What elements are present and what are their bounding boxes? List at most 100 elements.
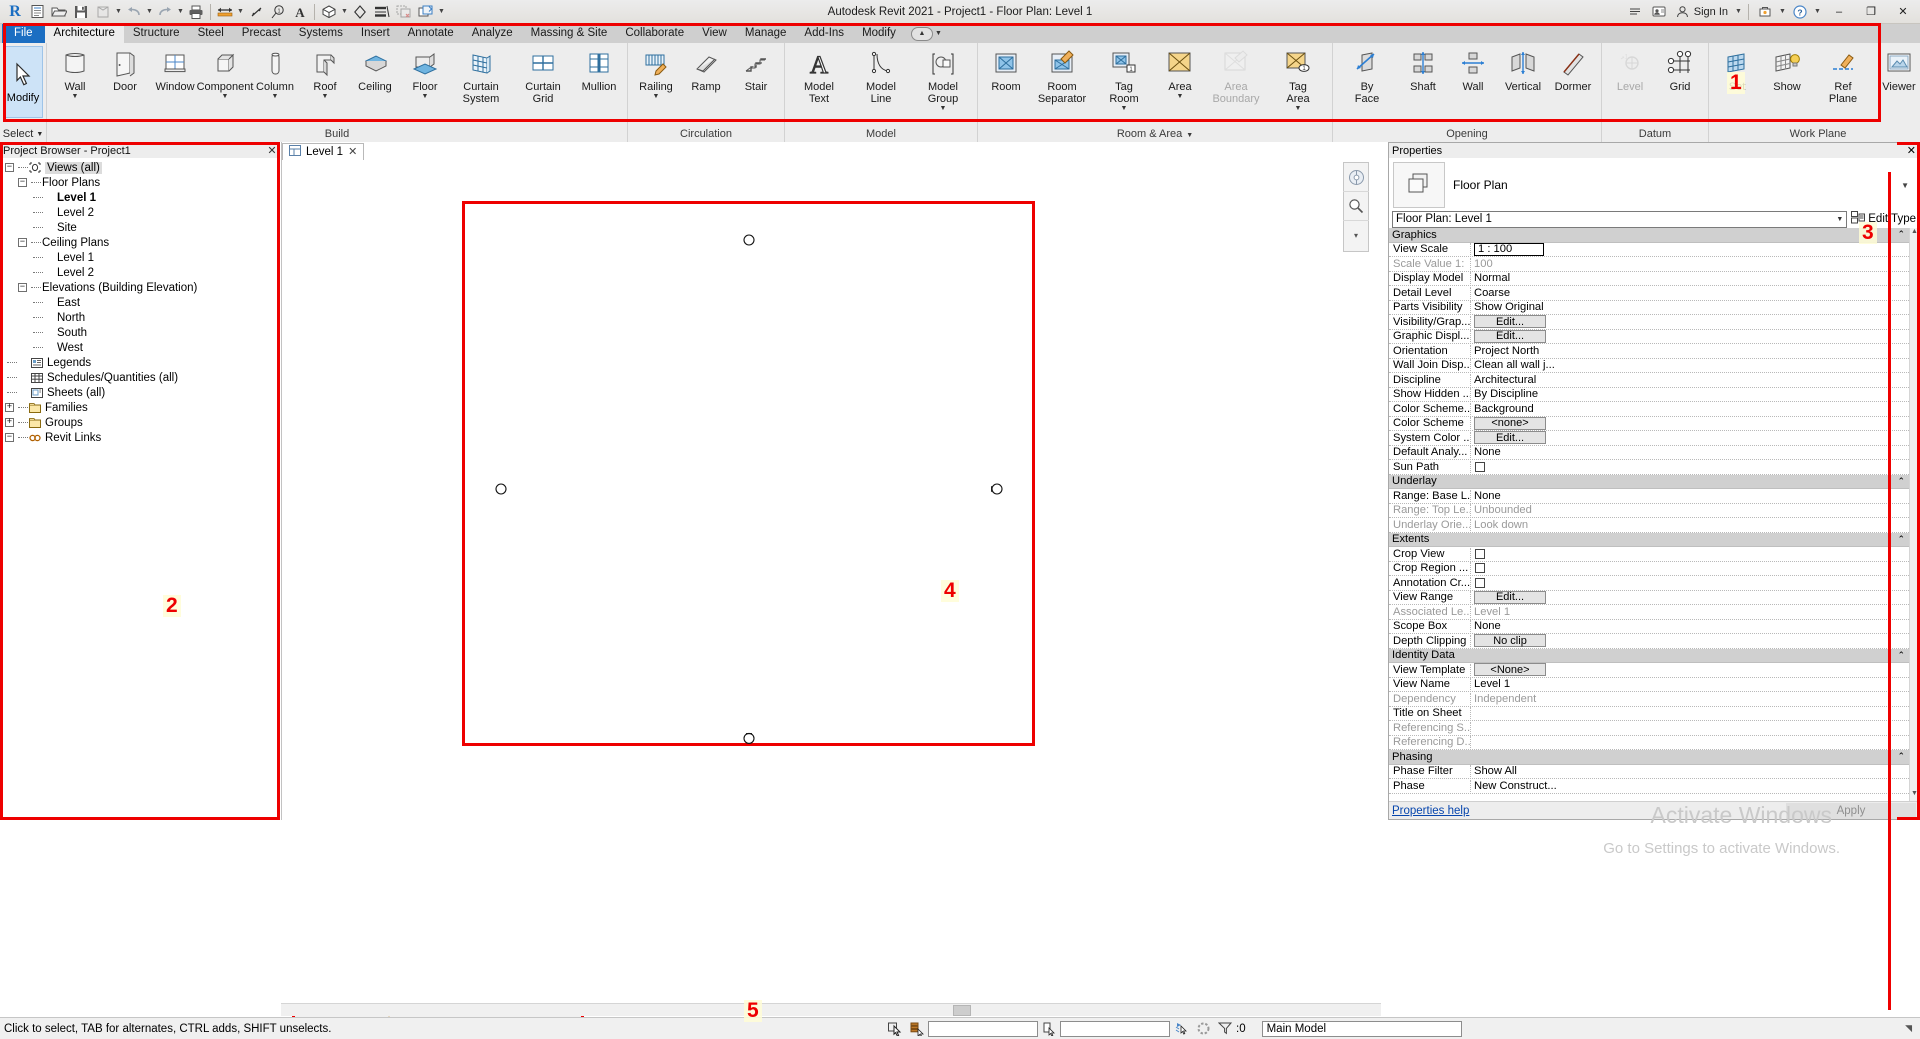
properties-row-color-scheme[interactable]: Color Scheme... Background <box>1389 402 1909 417</box>
properties-row-color-scheme[interactable]: Color Scheme <none> <box>1389 416 1909 431</box>
property-value-cell[interactable] <box>1471 577 1909 588</box>
ribbon-tab-collaborate[interactable]: Collaborate <box>616 24 693 43</box>
properties-row-view-template[interactable]: View Template <None> <box>1389 663 1909 678</box>
tag-icon[interactable]: 1 <box>267 1 289 23</box>
properties-section-graphics[interactable]: Graphics ⌃ <box>1389 228 1909 243</box>
properties-help-link[interactable]: Properties help <box>1392 805 1469 817</box>
property-value-cell[interactable]: Unbounded <box>1471 504 1909 516</box>
properties-row-range-top-le[interactable]: Range: Top Le... Unbounded <box>1389 504 1909 518</box>
editable-only-icon[interactable] <box>1170 1019 1192 1039</box>
floor-plan-boundary[interactable] <box>462 201 1035 746</box>
ribbon-button-ramp[interactable]: Ramp <box>681 45 731 117</box>
measure-icon[interactable] <box>214 1 236 23</box>
ribbon-button-tag-area[interactable]: 1 Tag Area ▼ <box>1267 45 1329 117</box>
chevron-down-icon[interactable]: ▼ <box>322 93 329 100</box>
properties-row-associated-le[interactable]: Associated Le... Level 1 <box>1389 605 1909 620</box>
properties-row-range-base-l[interactable]: Range: Base L... None <box>1389 489 1909 504</box>
ribbon-tab-insert[interactable]: Insert <box>352 24 399 43</box>
status-resize-grip[interactable]: ◥ <box>1905 1023 1920 1034</box>
properties-row-underlay-orie[interactable]: Underlay Orie... Look down <box>1389 518 1909 533</box>
tree-node-families[interactable]: + Families <box>1 400 279 415</box>
property-value-cell[interactable]: None <box>1471 490 1909 502</box>
ribbon-button-door[interactable]: Door <box>100 45 150 117</box>
ribbon-button-vertical[interactable]: Vertical <box>1498 45 1548 117</box>
ribbon-button-railing[interactable]: Railing ▼ <box>631 45 681 117</box>
properties-row-crop-view[interactable]: Crop View <box>1389 547 1909 562</box>
revit-logo-icon[interactable]: R <box>4 1 26 23</box>
collapse-icon[interactable]: − <box>5 433 14 442</box>
properties-vertical-scrollbar[interactable]: ▲ ▼ <box>1909 228 1919 801</box>
property-checkbox[interactable] <box>1475 563 1485 574</box>
tree-node-south[interactable]: South <box>1 325 279 340</box>
exchange-chevron-down-icon[interactable]: ▼ <box>1778 1 1787 23</box>
ribbon-tab-manage[interactable]: Manage <box>736 24 796 43</box>
properties-row-detail-level[interactable]: Detail Level Coarse <box>1389 286 1909 301</box>
properties-section-phasing[interactable]: Phasing ⌃ <box>1389 750 1909 765</box>
property-value-cell[interactable]: Clean all wall j... <box>1471 359 1909 371</box>
ribbon-button-tag-room[interactable]: 1 Tag Room ▼ <box>1093 45 1155 117</box>
window-close-button[interactable]: ✕ <box>1888 1 1918 23</box>
design-options-icon[interactable] <box>1038 1019 1060 1039</box>
view-tab-level-1[interactable]: Level 1 ✕ <box>282 142 365 160</box>
ribbon-tab-architecture[interactable]: Architecture <box>44 24 124 43</box>
section-collapse-icon[interactable]: ⌃ <box>1897 751 1905 762</box>
properties-row-discipline[interactable]: Discipline Architectural <box>1389 373 1909 388</box>
ribbon-tab-precast[interactable]: Precast <box>233 24 290 43</box>
property-checkbox[interactable] <box>1475 461 1485 472</box>
ribbon-button-wall[interactable]: Wall <box>1448 45 1498 117</box>
ribbon-button-room[interactable]: Room <box>981 45 1031 117</box>
property-value-cell[interactable]: Project North <box>1471 345 1909 357</box>
properties-row-default-analy[interactable]: Default Analy... None <box>1389 446 1909 460</box>
chevron-down-icon[interactable]: ▼ <box>1295 105 1302 112</box>
collapse-icon[interactable]: − <box>18 178 27 187</box>
chevron-down-icon[interactable]: ▼ <box>1836 216 1843 223</box>
help-icon[interactable]: ? <box>1789 1 1811 23</box>
property-value-cell[interactable]: Edit... <box>1471 431 1909 445</box>
ribbon-button-roof[interactable]: Roof ▼ <box>300 45 350 117</box>
tree-node-level-1[interactable]: Level 1 <box>1 250 279 265</box>
section-collapse-icon[interactable]: ⌃ <box>1897 534 1905 545</box>
ribbon-button-ceiling[interactable]: Ceiling <box>350 45 400 117</box>
tree-node-level-2[interactable]: Level 2 <box>1 205 279 220</box>
expand-icon[interactable]: + <box>5 418 14 427</box>
window-minimize-button[interactable]: – <box>1824 1 1854 23</box>
project-browser-close-icon[interactable]: ✕ <box>265 144 279 157</box>
section-collapse-icon[interactable]: ⌃ <box>1897 229 1905 240</box>
save-icon[interactable] <box>70 1 92 23</box>
tree-node-elevations-building-elevation[interactable]: − Elevations (Building Elevation) <box>1 280 279 295</box>
tree-node-north[interactable]: North <box>1 310 279 325</box>
property-value-cell[interactable]: By Discipline <box>1471 388 1909 400</box>
ribbon-chevron-down-icon[interactable]: ▼ <box>935 30 942 37</box>
apply-button[interactable]: Apply <box>1786 802 1916 819</box>
ribbon-button-wall[interactable]: Wall ▼ <box>50 45 100 117</box>
select-chevron-down-icon[interactable]: ▼ <box>36 127 43 142</box>
properties-row-wall-join-disp[interactable]: Wall Join Disp... Clean all wall j... <box>1389 359 1909 373</box>
properties-section-underlay[interactable]: Underlay ⌃ <box>1389 474 1909 489</box>
default-3d-view-icon[interactable] <box>318 1 340 23</box>
aligned-dimension-icon[interactable] <box>245 1 267 23</box>
property-value-cell[interactable] <box>1471 461 1909 472</box>
ribbon-button-component[interactable]: Component ▼ <box>197 45 253 117</box>
property-edit-button[interactable]: No clip <box>1474 634 1546 648</box>
collapse-icon[interactable]: − <box>5 163 14 172</box>
property-value-cell[interactable]: Show All <box>1471 765 1909 777</box>
tree-node-sheets-all[interactable]: Sheets (all) <box>1 385 279 400</box>
tree-node-legends[interactable]: Legends <box>1 355 279 370</box>
expand-icon[interactable]: + <box>5 403 14 412</box>
tree-node-site[interactable]: Site <box>1 220 279 235</box>
design-options-combobox[interactable] <box>1060 1020 1170 1037</box>
close-hidden-windows-icon[interactable] <box>393 1 415 23</box>
properties-row-orientation[interactable]: Orientation Project North <box>1389 344 1909 359</box>
filter-icon[interactable] <box>1214 1019 1236 1039</box>
property-value-cell[interactable]: <none> <box>1471 416 1909 430</box>
property-value-cell[interactable]: <None> <box>1471 663 1909 677</box>
ribbon-tab-massing-site[interactable]: Massing & Site <box>522 24 617 43</box>
main-model-combobox[interactable]: Main Model <box>1261 1020 1462 1037</box>
properties-row-show-hidden[interactable]: Show Hidden ... By Discipline <box>1389 388 1909 402</box>
property-value-cell[interactable]: None <box>1471 446 1909 458</box>
sign-in-chevron-down-icon[interactable]: ▼ <box>1734 1 1743 23</box>
canvas-horizontal-scrollbar[interactable] <box>281 1003 1381 1016</box>
drawing-area[interactable]: Level 1 ✕ ▾ <box>281 142 1381 820</box>
text-icon[interactable]: A <box>289 1 311 23</box>
tree-node-ceiling-plans[interactable]: − Ceiling Plans <box>1 235 279 250</box>
